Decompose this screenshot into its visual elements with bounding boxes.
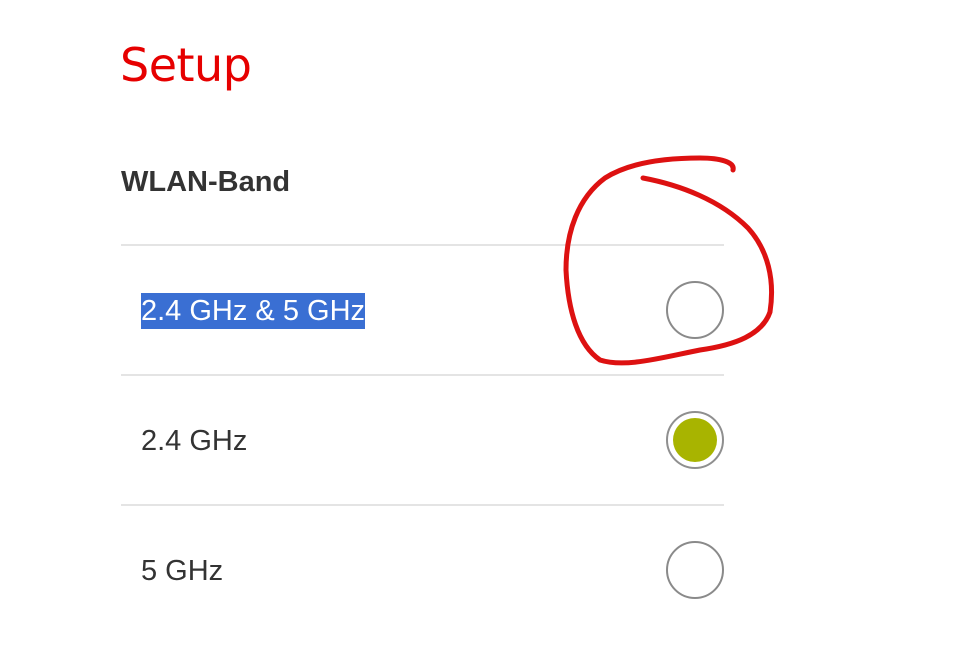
band-option-5ghz-radio[interactable] (666, 541, 724, 599)
band-option-2-4ghz-label: 2.4 GHz (141, 425, 248, 457)
band-option-5ghz-label: 5 GHz (141, 555, 224, 587)
band-option-dual-label: 2.4 GHz & 5 GHz (141, 293, 366, 329)
band-option-dual-radio[interactable] (666, 281, 724, 339)
band-option-2-4ghz-radio[interactable] (666, 411, 724, 469)
page-title: Setup (120, 38, 252, 92)
wlan-band-options: 2.4 GHz & 5 GHz 2.4 GHz 5 GHz (121, 244, 724, 634)
wlan-band-heading: WLAN-Band (121, 166, 291, 198)
band-option-2-4ghz[interactable]: 2.4 GHz (121, 374, 724, 504)
band-option-dual[interactable]: 2.4 GHz & 5 GHz (121, 244, 724, 374)
band-option-5ghz[interactable]: 5 GHz (121, 504, 724, 634)
